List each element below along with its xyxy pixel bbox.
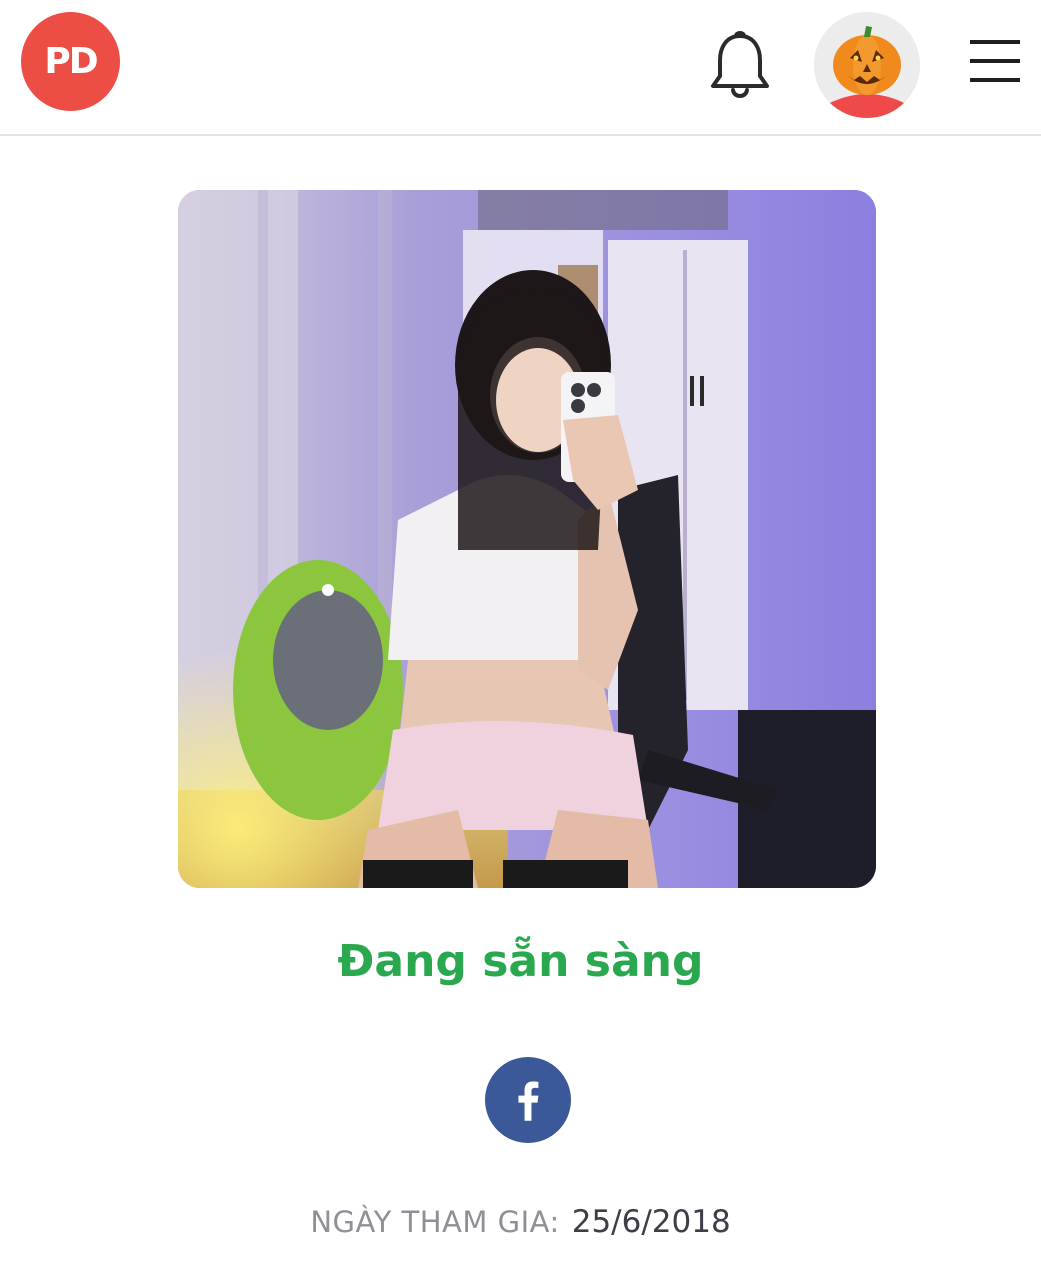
profile-photo-image <box>178 190 876 888</box>
top-header: PD <box>0 0 1041 136</box>
logo-text: PD <box>44 41 98 82</box>
join-date-value: 25/6/2018 <box>571 1204 731 1240</box>
availability-status: Đang sẵn sàng <box>337 936 704 987</box>
facebook-button[interactable] <box>485 1057 571 1143</box>
join-date-label: NGÀY THAM GIA: <box>310 1205 560 1239</box>
hamburger-menu-icon[interactable] <box>966 36 1024 86</box>
facebook-icon <box>518 1081 539 1121</box>
user-avatar[interactable] <box>814 12 920 118</box>
join-date-row: NGÀY THAM GIA: 25/6/2018 <box>0 1200 1041 1249</box>
bell-icon[interactable] <box>706 28 774 104</box>
jack-o-lantern-icon <box>814 12 920 118</box>
site-logo[interactable]: PD <box>21 12 120 111</box>
profile-photo[interactable] <box>178 190 876 888</box>
